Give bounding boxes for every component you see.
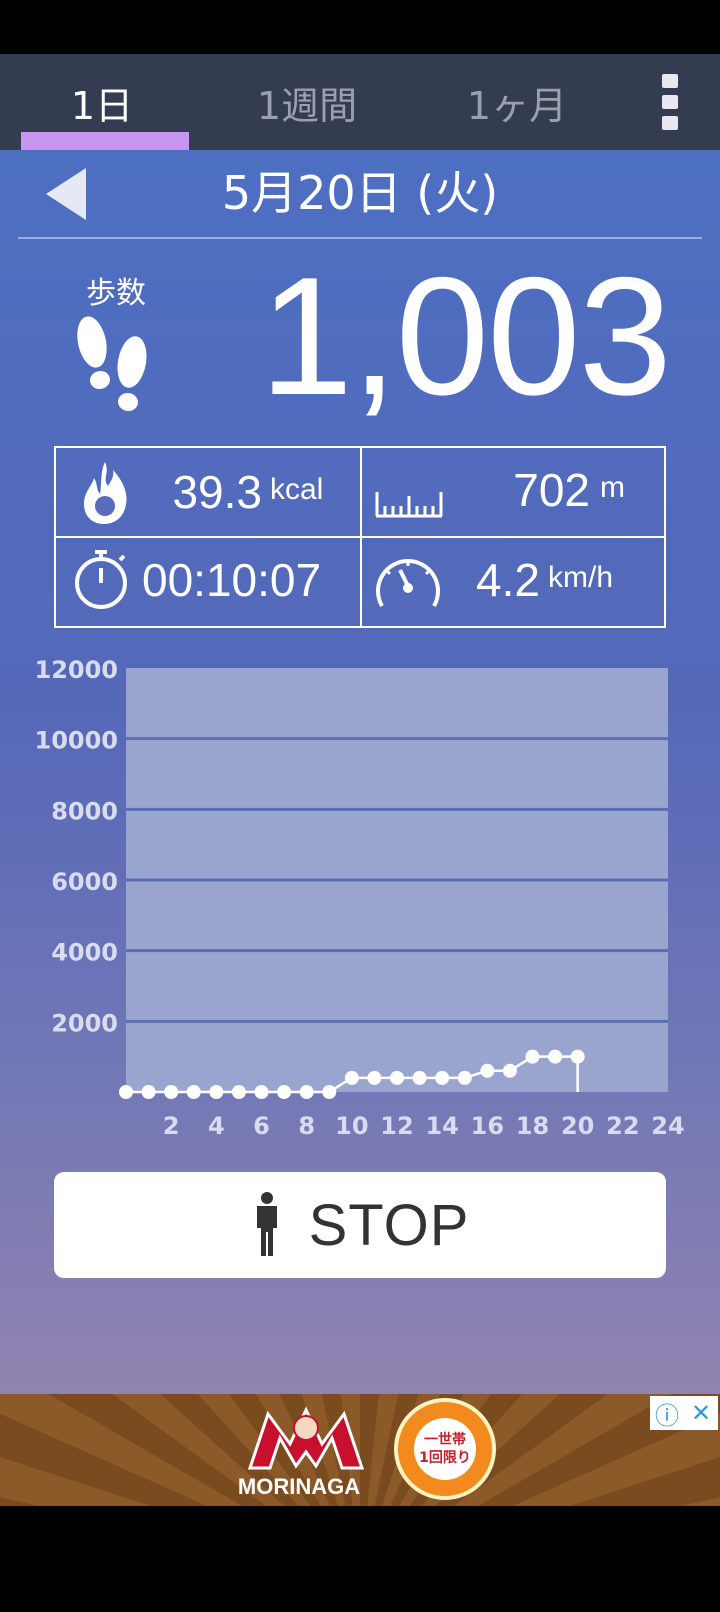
chart-data-point xyxy=(322,1085,337,1099)
chart-y-tick-label: 4000 xyxy=(51,939,118,967)
footprints-icon xyxy=(77,316,147,412)
speedometer-icon xyxy=(376,559,440,607)
chart-x-tick-label: 14 xyxy=(425,1112,458,1140)
stop-button-label: STOP xyxy=(308,1192,470,1258)
calories-unit: kcal xyxy=(270,473,324,506)
chart-x-tick-label: 12 xyxy=(380,1112,413,1140)
chart-data-point xyxy=(480,1063,495,1078)
chart-x-tick-label: 18 xyxy=(516,1112,549,1140)
distance-unit: m xyxy=(600,471,625,504)
stop-button[interactable]: STOP xyxy=(54,1172,666,1278)
system-navigation-bar xyxy=(0,1506,720,1612)
chart-data-point xyxy=(209,1085,224,1099)
chart-data-point xyxy=(525,1049,540,1064)
chart-x-tick-label: 20 xyxy=(561,1112,594,1140)
chart-x-tick-label: 16 xyxy=(471,1112,504,1140)
active-tab-indicator xyxy=(21,132,189,150)
back-arrow-icon[interactable] xyxy=(44,166,88,222)
chart-data-point xyxy=(299,1085,314,1099)
overflow-menu-icon[interactable] xyxy=(654,72,686,132)
ruler-icon xyxy=(375,492,443,518)
ad-info-icon[interactable]: ⓘ xyxy=(650,1396,684,1430)
brand-angel-logo xyxy=(247,1406,365,1470)
chart-y-tick-label: 6000 xyxy=(51,868,118,896)
tab-month[interactable]: 1ヶ月 xyxy=(410,54,624,150)
chart-data-point xyxy=(119,1085,133,1099)
flame-icon xyxy=(84,462,127,524)
header-divider xyxy=(18,237,702,239)
chart-data-point xyxy=(231,1085,246,1099)
date-label: 5月20日 (火) xyxy=(221,166,499,220)
chart-x-tick-label: 6 xyxy=(253,1112,270,1140)
distance-value: 702 xyxy=(513,464,590,516)
chart-y-tick-label: 2000 xyxy=(51,1009,118,1037)
chart-x-tick-label: 22 xyxy=(606,1112,639,1140)
chart-x-tick-label: 10 xyxy=(335,1112,368,1140)
chart-y-tick-label: 12000 xyxy=(35,656,119,684)
chart-x-tick-label: 4 xyxy=(208,1112,225,1140)
chart-data-point xyxy=(164,1085,179,1099)
walking-person-icon xyxy=(256,1192,277,1256)
stopwatch-icon xyxy=(75,550,127,609)
chart-data-point xyxy=(412,1070,427,1085)
chart-data-point xyxy=(435,1070,450,1085)
chart-x-tick-label: 24 xyxy=(651,1112,684,1140)
step-count: 1,003 xyxy=(259,242,672,430)
chart-data-point xyxy=(367,1070,382,1085)
hourly-steps-chart: 200040006000800010000120002 4 6 8 10 12 14 16 18… xyxy=(35,656,685,1140)
tab-week[interactable]: 1週間 xyxy=(204,54,410,150)
chart-data-point xyxy=(390,1070,404,1085)
calories-value: 39.3 xyxy=(172,466,262,518)
speed-value: 4.2 xyxy=(476,554,540,606)
ad-brand-text: MORINAGA xyxy=(237,1474,361,1499)
chart-data-point xyxy=(277,1085,292,1099)
chart-x-tick-label: 8 xyxy=(298,1112,315,1140)
chart-data-point xyxy=(141,1085,156,1099)
chart-x-tick-label: 2 xyxy=(163,1112,180,1140)
chart-y-tick-label: 10000 xyxy=(35,727,119,755)
chart-data-point xyxy=(548,1049,563,1064)
ad-promo-text: 一世帯 1回限り xyxy=(414,1418,476,1480)
chart-data-point xyxy=(457,1070,472,1085)
ad-close-icon[interactable]: ✕ xyxy=(684,1396,718,1430)
ad-choices[interactable]: ⓘ ✕ xyxy=(650,1396,718,1430)
speed-unit: km/h xyxy=(548,561,614,594)
chart-data-point xyxy=(186,1085,201,1099)
stats-grid: 39.3 kcal 702 m 00:10:07 4.2 km/h xyxy=(54,446,666,628)
chart-data-point xyxy=(570,1049,585,1064)
chart-data-point xyxy=(254,1085,269,1099)
chart-y-tick-label: 8000 xyxy=(51,797,118,825)
chart-data-point xyxy=(344,1070,359,1085)
elapsed-time: 00:10:07 xyxy=(142,554,322,606)
steps-label: 歩数 xyxy=(86,276,146,311)
chart-data-point xyxy=(502,1063,517,1078)
status-bar xyxy=(0,0,720,54)
